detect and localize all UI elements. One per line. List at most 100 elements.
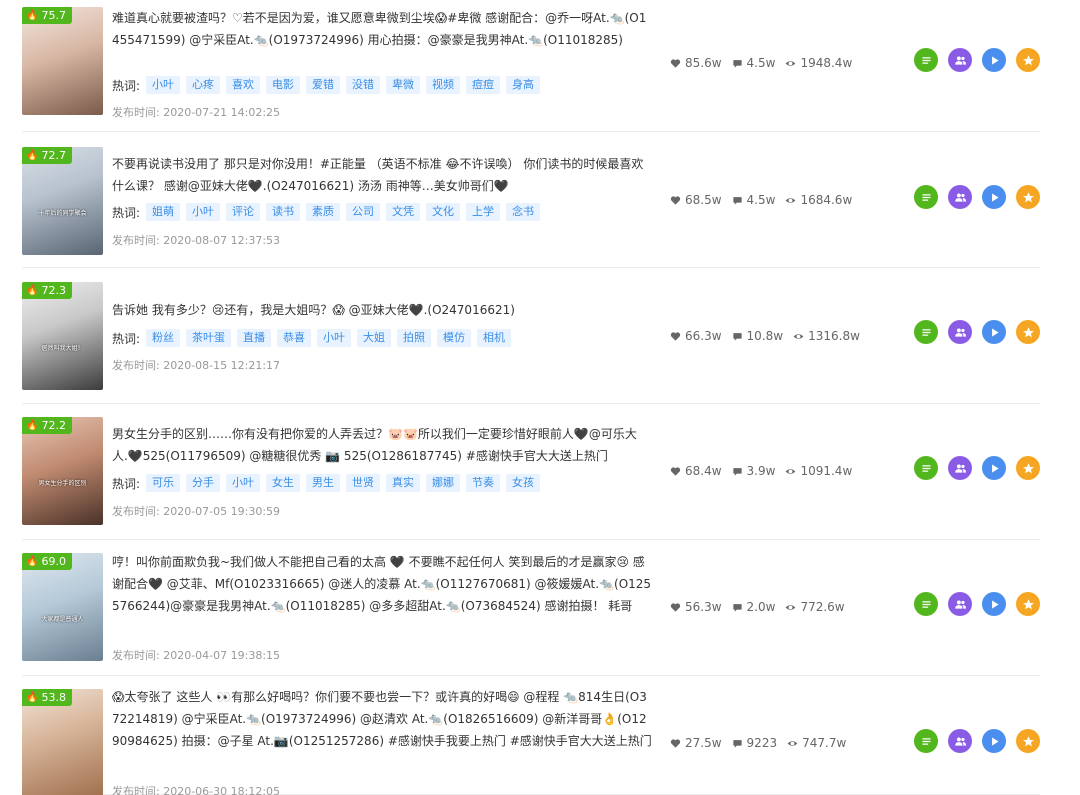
play-button[interactable]: [982, 729, 1006, 753]
hot-word-tag[interactable]: 素质: [306, 203, 341, 221]
hot-word-tag[interactable]: 粉丝: [146, 329, 181, 347]
fans-button[interactable]: [948, 48, 972, 72]
detail-button[interactable]: [914, 456, 938, 480]
video-description[interactable]: 告诉她 我有多少？😢还有，我是大姐吗？😱 @亚妹大佬🖤.(O247016621): [112, 299, 652, 321]
video-thumbnail[interactable]: 🔥 53.8: [22, 689, 103, 795]
hot-word-tag[interactable]: 心疼: [186, 76, 221, 94]
video-description[interactable]: 男女生分手的区别……你有没有把你爱的人弄丢过？🐷🐷所以我们一定要珍惜好眼前人🖤@…: [112, 423, 652, 467]
video-thumbnail[interactable]: 十年后的同学聚会 🔥 72.7: [22, 147, 103, 255]
comment-count: 9223: [732, 736, 777, 750]
hot-word-tag[interactable]: 可乐: [146, 474, 181, 492]
star-icon: [1022, 191, 1034, 202]
hot-word-tag[interactable]: 模仿: [437, 329, 472, 347]
fire-icon: 🔥: [26, 692, 39, 703]
hot-word-tag[interactable]: 文化: [426, 203, 461, 221]
hot-word-tag[interactable]: 痘痘: [466, 76, 501, 94]
hot-word-tag[interactable]: 世贤: [346, 474, 381, 492]
view-count: 1684.6w: [785, 193, 852, 207]
favorite-button[interactable]: [1016, 456, 1040, 480]
hot-word-tag[interactable]: 没错: [346, 76, 381, 94]
video-thumbnail[interactable]: 居然叫我大姐！ 🔥 72.3: [22, 282, 103, 390]
hot-word-tag[interactable]: 茶叶蛋: [186, 329, 232, 347]
video-thumbnail[interactable]: 🔥 75.7: [22, 7, 103, 115]
like-count-value: 56.3w: [685, 600, 722, 614]
hot-word-tag[interactable]: 身高: [506, 76, 541, 94]
hot-word-tag[interactable]: 真实: [386, 474, 421, 492]
heat-value: 75.7: [41, 9, 66, 22]
users-icon: [954, 55, 966, 65]
comment-count-value: 3.9w: [746, 464, 776, 478]
fire-icon: 🔥: [26, 285, 39, 296]
hot-word-tag[interactable]: 小叶: [317, 329, 352, 347]
favorite-button[interactable]: [1016, 185, 1040, 209]
play-button[interactable]: [982, 320, 1006, 344]
fans-button[interactable]: [948, 320, 972, 344]
hot-words-label: 热词:: [112, 476, 141, 491]
hot-word-tag[interactable]: 视频: [426, 76, 461, 94]
like-count-value: 68.4w: [685, 464, 722, 478]
hot-word-tag[interactable]: 男生: [306, 474, 341, 492]
hot-words-label: 热词:: [112, 78, 141, 93]
publish-time-label: 发布时间:: [112, 649, 160, 662]
video-thumbnail[interactable]: 男女生分手的区别 🔥 72.2: [22, 417, 103, 525]
comment-icon: [732, 331, 743, 342]
video-description[interactable]: 哼！叫你前面欺负我~我们做人不能把自己看的太高 🖤 不要瞧不起任何人 笑到最后的…: [112, 551, 652, 639]
fans-button[interactable]: [948, 729, 972, 753]
eye-icon: [785, 195, 796, 206]
favorite-button[interactable]: [1016, 48, 1040, 72]
hot-word-tag[interactable]: 评论: [226, 203, 261, 221]
video-description[interactable]: 不要再说读书没用了 那只是对你没用！#正能量 （英语不标准 😂不许误喚） 你们读…: [112, 153, 652, 197]
play-button[interactable]: [982, 48, 1006, 72]
play-button[interactable]: [982, 185, 1006, 209]
hot-word-tag[interactable]: 上学: [466, 203, 501, 221]
hot-word-tag[interactable]: 小叶: [146, 76, 181, 94]
favorite-button[interactable]: [1016, 592, 1040, 616]
hot-word-tag[interactable]: 拍照: [397, 329, 432, 347]
hot-word-tag[interactable]: 读书: [266, 203, 301, 221]
video-description[interactable]: 😱太夸张了 这些人 👀有那么好喝吗？你们要不要也尝一下？或许真的好喝😄 @程程 …: [112, 686, 652, 752]
hot-word-tag[interactable]: 电影: [266, 76, 301, 94]
hot-word-tag[interactable]: 爱错: [306, 76, 341, 94]
video-description[interactable]: 难道真心就要被渣吗？♡若不是因为爱，谁又愿意卑微到尘埃😱#卑微 感谢配合：@乔一…: [112, 7, 652, 73]
detail-button[interactable]: [914, 729, 938, 753]
detail-button[interactable]: [914, 320, 938, 344]
fans-button[interactable]: [948, 456, 972, 480]
hot-word-tag[interactable]: 小叶: [226, 474, 261, 492]
hot-word-tag[interactable]: 节奏: [466, 474, 501, 492]
heart-icon: [670, 466, 681, 477]
hot-word-tag[interactable]: 分手: [186, 474, 221, 492]
hot-word-tag[interactable]: 直播: [237, 329, 272, 347]
action-buttons: [914, 592, 1040, 616]
view-count: 1948.4w: [785, 56, 852, 70]
heat-badge: 🔥 75.7: [22, 7, 72, 24]
hot-word-tag[interactable]: 相机: [477, 329, 512, 347]
play-button[interactable]: [982, 592, 1006, 616]
hot-word-tag[interactable]: 大姐: [357, 329, 392, 347]
play-icon: [991, 736, 999, 746]
hot-word-tag[interactable]: 娜娜: [426, 474, 461, 492]
detail-button[interactable]: [914, 185, 938, 209]
fans-button[interactable]: [948, 185, 972, 209]
hot-word-tag[interactable]: 姐萌: [146, 203, 181, 221]
hot-word-tag[interactable]: 卑微: [386, 76, 421, 94]
hot-word-tag[interactable]: 恭喜: [277, 329, 312, 347]
video-thumbnail[interactable]: 大家都是普通人 🔥 69.0: [22, 553, 103, 661]
hot-word-tag[interactable]: 公司: [346, 203, 381, 221]
video-row: 🔥 75.7 难道真心就要被渣吗？♡若不是因为爱，谁又愿意卑微到尘埃😱#卑微 感谢配…: [22, 0, 1040, 132]
detail-button[interactable]: [914, 48, 938, 72]
hot-word-tag[interactable]: 女生: [266, 474, 301, 492]
hot-word-tag[interactable]: 念书: [506, 203, 541, 221]
favorite-button[interactable]: [1016, 320, 1040, 344]
play-button[interactable]: [982, 456, 1006, 480]
hot-word-tag[interactable]: 女孩: [506, 474, 541, 492]
heart-icon: [670, 738, 681, 749]
hot-word-tag[interactable]: 喜欢: [226, 76, 261, 94]
detail-button[interactable]: [914, 592, 938, 616]
hot-word-tag[interactable]: 文凭: [386, 203, 421, 221]
video-row: 居然叫我大姐！ 🔥 72.3 告诉她 我有多少？😢还有，我是大姐吗？😱 @亚妹大佬🖤.…: [22, 268, 1040, 404]
list-icon: [921, 328, 931, 336]
favorite-button[interactable]: [1016, 729, 1040, 753]
hot-word-tag[interactable]: 小叶: [186, 203, 221, 221]
action-buttons: [914, 320, 1040, 344]
fans-button[interactable]: [948, 592, 972, 616]
